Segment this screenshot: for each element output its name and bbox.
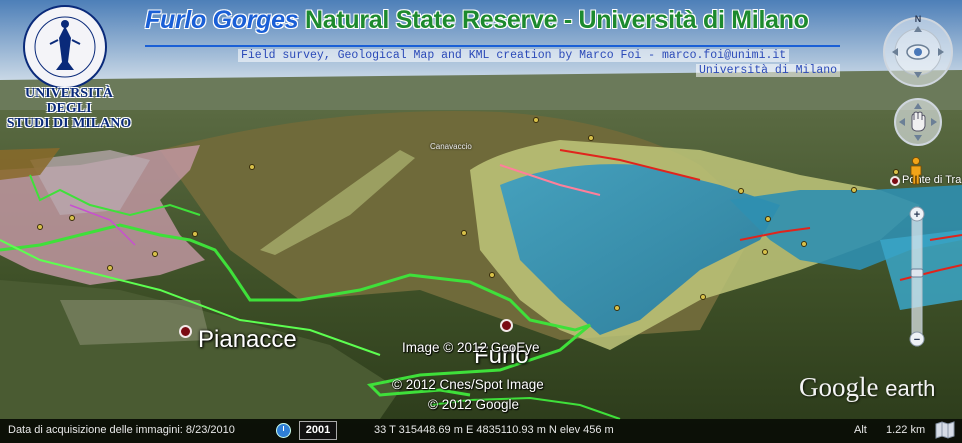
university-name-line2: STUDI DI MILANO [6, 116, 132, 131]
university-seal-icon [23, 5, 107, 89]
copyright-cnes: © 2012 Cnes/Spot Image [392, 377, 544, 392]
logo-word-google: Google [799, 372, 879, 402]
reserve-title: Furlo Gorges Natural State Reserve - Uni… [145, 6, 809, 35]
logo-word-earth: earth [885, 376, 936, 401]
zoom-slider[interactable]: + − [908, 205, 926, 348]
map-viewport[interactable]: Furlo Gorges Natural State Reserve - Uni… [0, 0, 962, 443]
clock-icon[interactable] [276, 423, 291, 438]
status-bar: Data di acquisizione delle immagini: 8/2… [0, 419, 962, 443]
move-ring-icon[interactable] [893, 97, 943, 147]
zoom-in-button[interactable]: + [914, 209, 920, 221]
historical-year-button[interactable]: 2001 [299, 421, 337, 440]
zoom-handle[interactable] [910, 268, 924, 278]
compass-icon[interactable] [934, 420, 956, 440]
copyright-geoeye: Image © 2012 GeoEye [402, 340, 540, 355]
university-name: UNIVERSITÀ DEGLI STUDI DI MILANO [4, 86, 134, 131]
title-part1: Furlo Gorges [145, 6, 299, 34]
pegman-icon[interactable] [908, 157, 924, 185]
acquisition-date: Data di acquisizione delle immagini: 8/2… [8, 424, 235, 436]
placemark-ponte-icon[interactable] [890, 176, 900, 186]
placemark-furlo-icon[interactable] [500, 319, 513, 332]
place-label-canavaccio[interactable]: Canavaccio [430, 142, 472, 151]
place-label-pianacce[interactable]: Pianacce [198, 326, 297, 354]
title-rule [145, 45, 840, 47]
altitude-value: 1.22 km [886, 424, 926, 436]
google-earth-logo: Google earth [799, 372, 935, 403]
coordinates-readout: 33 T 315448.69 m E 4835110.93 m N elev 4… [374, 424, 614, 436]
copyright-google: © 2012 Google [428, 397, 520, 412]
look-ring-icon[interactable]: N [880, 12, 956, 88]
title-part2: Natural State Reserve - Università di Mi… [305, 6, 809, 34]
altitude-label: Alt [854, 424, 867, 436]
village-area [60, 300, 210, 345]
zoom-out-button[interactable]: − [914, 334, 920, 346]
credit-line-2: Università di Milano [696, 64, 841, 77]
placemark-pianacce-icon[interactable] [179, 325, 192, 338]
north-indicator[interactable]: N [915, 14, 922, 24]
credit-line-1: Field survey, Geological Map and KML cre… [238, 49, 790, 62]
university-name-line1: UNIVERSITÀ DEGLI [25, 86, 113, 116]
